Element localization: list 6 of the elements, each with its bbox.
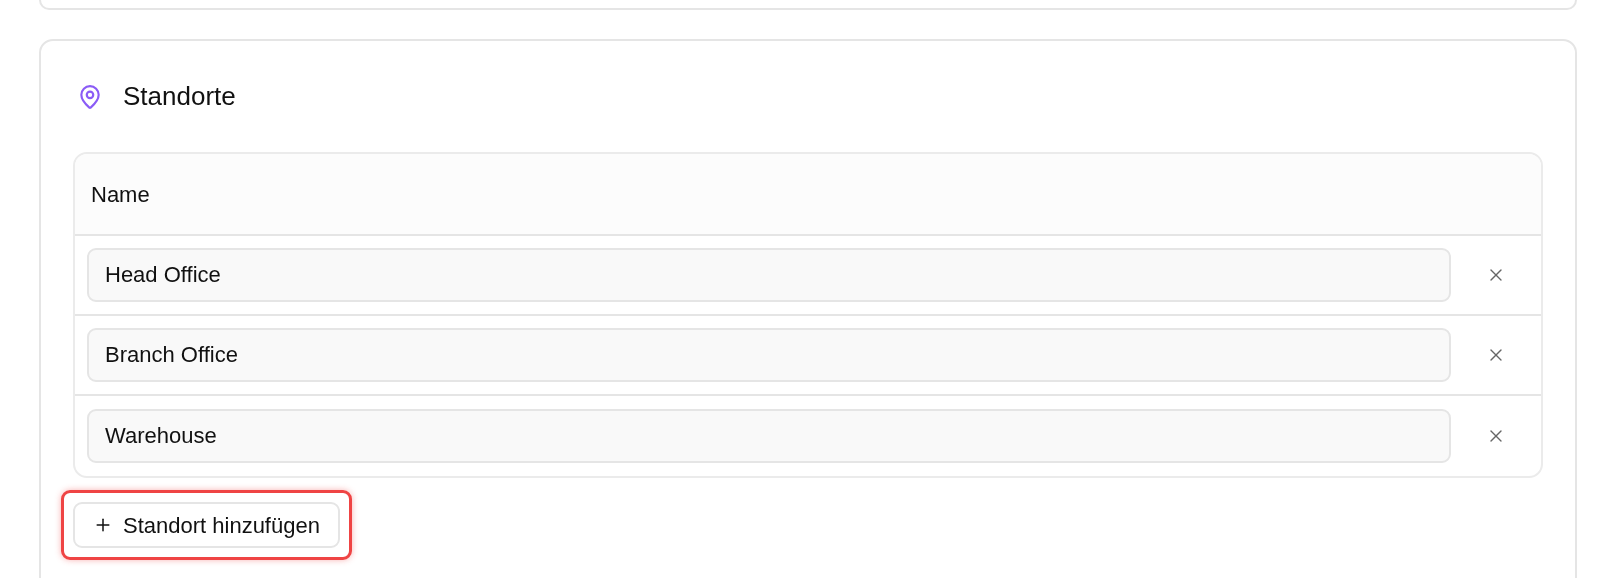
input-field[interactable]: Warehouse <box>87 409 1451 463</box>
add-location-button[interactable]: Standort hinzufügen <box>73 502 340 548</box>
section-title: Standorte <box>123 80 236 113</box>
input-field[interactable]: Head Office <box>87 248 1451 302</box>
input-field[interactable]: Branch Office <box>87 328 1451 382</box>
column-header: Name <box>91 180 150 209</box>
